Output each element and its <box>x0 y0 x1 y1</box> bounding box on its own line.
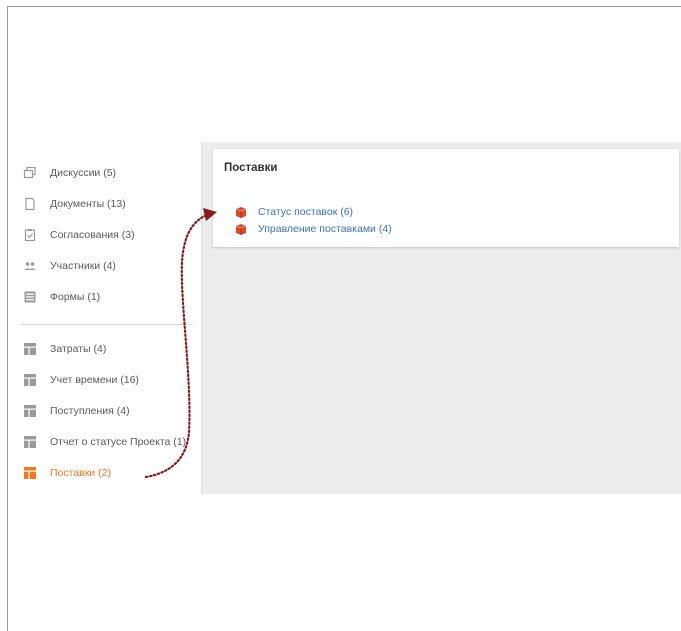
sidebar-item-deliveries[interactable]: Поставки (2) <box>13 462 201 486</box>
approvals-icon <box>24 229 36 242</box>
link-label[interactable]: Управление поставками (4) <box>258 223 392 235</box>
sidebar-item-label: Формы (1) <box>50 291 101 303</box>
sidebar-divider <box>21 324 193 325</box>
sidebar-item-forms[interactable]: Формы (1) <box>13 286 201 310</box>
participants-icon <box>24 262 36 270</box>
table-icon <box>24 405 36 417</box>
table-icon <box>24 467 36 479</box>
sidebar-item-receipts[interactable]: Поступления (4) <box>13 400 201 424</box>
sidebar-item-label: Учет времени (16) <box>50 374 139 386</box>
sidebar-item-label: Поставки (2) <box>50 467 111 479</box>
app-area: Дискуссии (5) Документы (13) Согласовани… <box>13 142 681 494</box>
documents-icon <box>25 197 35 211</box>
sidebar-item-participants[interactable]: Участники (4) <box>13 255 201 279</box>
sidebar-item-label: Участники (4) <box>50 260 116 272</box>
sidebar-item-project-status-report[interactable]: Отчет о статусе Проекта (1) <box>13 431 201 455</box>
discussions-icon <box>23 166 36 179</box>
sidebar-item-label: Поступления (4) <box>50 405 130 417</box>
link-delivery-management[interactable]: Управление поставками (4) <box>235 221 392 237</box>
sidebar-item-approvals[interactable]: Согласования (3) <box>13 224 201 248</box>
sidebar-item-documents[interactable]: Документы (13) <box>13 193 201 217</box>
sidebar-item-label: Согласования (3) <box>50 229 135 241</box>
table-icon <box>24 436 36 448</box>
deliveries-panel: Поставки Статус поставок (6) Управление … <box>213 149 679 247</box>
sidebar-item-label: Дискуссии (5) <box>50 167 117 179</box>
table-icon <box>24 343 36 355</box>
link-label[interactable]: Статус поставок (6) <box>258 206 353 218</box>
sidebar-item-time-tracking[interactable]: Учет времени (16) <box>13 369 201 393</box>
table-icon <box>24 374 36 386</box>
sidebar-item-discussions[interactable]: Дискуссии (5) <box>13 162 201 186</box>
sidebar-item-label: Документы (13) <box>50 198 126 210</box>
sidebar-item-label: Отчет о статусе Проекта (1) <box>50 436 187 448</box>
box-icon <box>235 207 247 218</box>
forms-icon <box>24 291 36 303</box>
sidebar-item-label: Затраты (4) <box>50 343 107 355</box>
panel-title: Поставки <box>224 162 278 174</box>
sidebar-item-costs[interactable]: Затраты (4) <box>13 338 201 362</box>
link-delivery-status[interactable]: Статус поставок (6) <box>235 204 353 220</box>
sidebar: Дискуссии (5) Документы (13) Согласовани… <box>13 142 202 494</box>
box-icon <box>235 224 247 235</box>
